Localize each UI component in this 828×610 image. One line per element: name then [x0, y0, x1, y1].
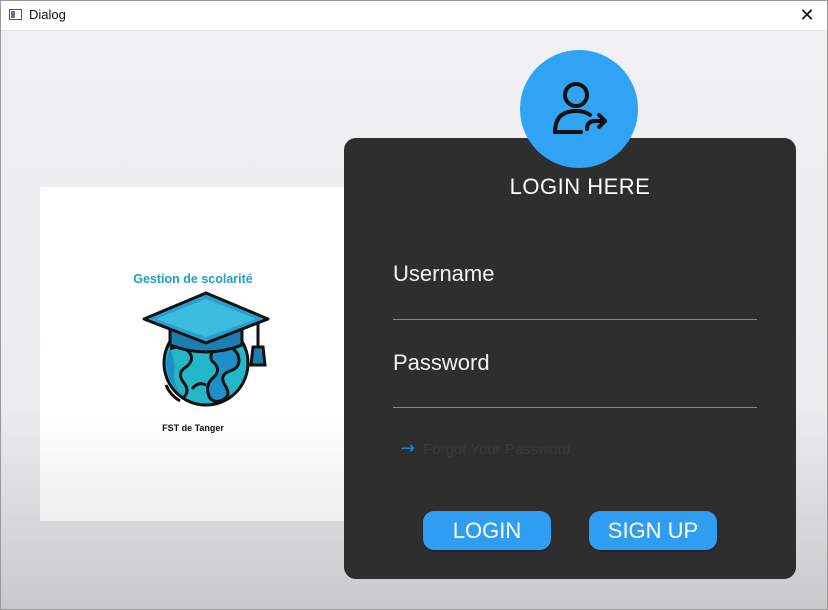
login-heading: LOGIN HERE — [509, 174, 651, 199]
forgot-password-label: Forgot Your Password — [423, 440, 571, 458]
password-field[interactable]: Password — [393, 350, 490, 376]
forgot-password-link[interactable]: → Forgot Your Password — [400, 440, 571, 458]
close-button[interactable]: ✕ — [787, 1, 827, 30]
login-button[interactable]: LOGIN — [423, 511, 551, 550]
title-bar: Dialog ✕ — [1, 1, 827, 31]
logo-subtitle: FST de Tanger — [162, 423, 224, 433]
signup-button[interactable]: SIGN UP — [589, 511, 717, 550]
logo-panel: Gestion de scolarité FST de Tanger — [40, 187, 346, 521]
password-underline — [393, 407, 757, 408]
logo-title: Gestion de scolarité — [133, 272, 253, 286]
dialog-window: Dialog ✕ Gestion de scolarité FST de Tan… — [0, 0, 828, 610]
user-login-icon — [553, 82, 607, 134]
username-underline — [393, 319, 757, 320]
username-field[interactable]: Username — [393, 261, 494, 287]
dialog-content: Gestion de scolarité FST de Tanger LOGIN… — [1, 31, 827, 609]
window-title: Dialog — [29, 7, 66, 22]
window-icon — [9, 9, 22, 20]
avatar — [520, 50, 638, 168]
arrow-right-icon: → — [400, 438, 416, 459]
graduation-globe-icon — [142, 291, 270, 407]
